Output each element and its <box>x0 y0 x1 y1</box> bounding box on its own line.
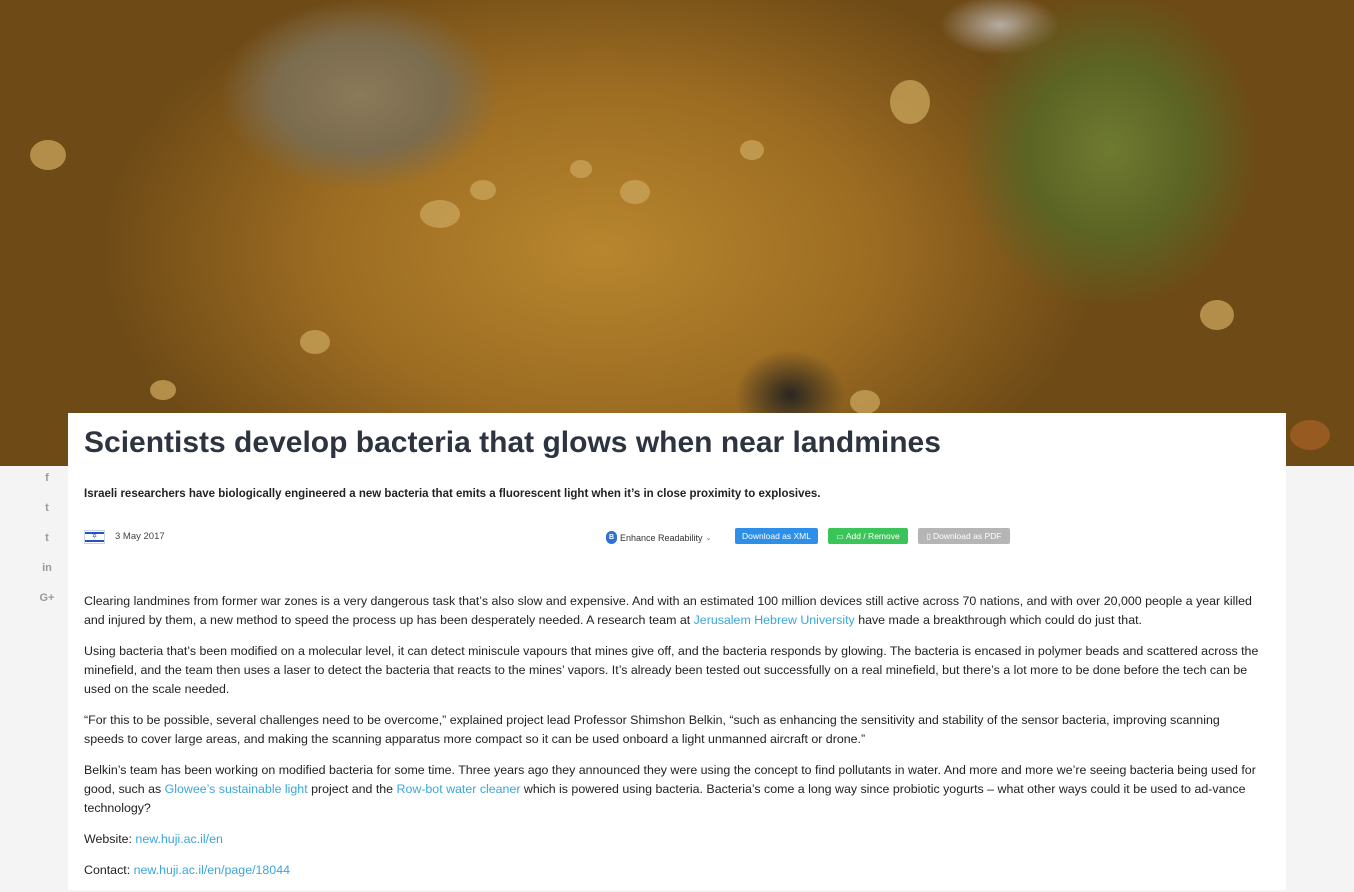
article-subtitle: Israeli researchers have biologically en… <box>84 488 821 500</box>
download-pdf-label: Download as PDF <box>932 531 1002 541</box>
facebook-icon[interactable]: f <box>36 470 58 500</box>
download-pdf-button[interactable]: ▯ Download as PDF <box>918 528 1010 544</box>
add-remove-button[interactable]: ▭ Add / Remove <box>828 528 908 544</box>
download-xml-label: Download as XML <box>742 531 811 541</box>
social-share-bar: f t t in G+ <box>36 470 58 620</box>
document-icon: ▯ <box>926 532 931 541</box>
article-title: Scientists develop bacteria that glows w… <box>84 426 941 459</box>
twitter-icon[interactable]: t <box>36 500 58 530</box>
website-link[interactable]: new.huji.ac.il/en <box>135 832 222 846</box>
contact-line: Contact: new.huji.ac.il/en/page/18044 <box>84 861 1259 880</box>
tumblr-icon[interactable]: t <box>36 530 58 560</box>
contact-link[interactable]: new.huji.ac.il/en/page/18044 <box>134 863 290 877</box>
linkedin-icon[interactable]: in <box>36 560 58 590</box>
add-remove-label: Add / Remove <box>845 531 900 541</box>
paragraph-text: project and the <box>307 782 397 796</box>
contact-label: Contact: <box>84 863 134 877</box>
article-date: 3 May 2017 <box>115 531 165 542</box>
folder-icon: ▭ <box>836 532 844 541</box>
israel-flag-icon: ✡ <box>84 530 105 544</box>
article-body: Clearing landmines from former war zones… <box>84 592 1259 892</box>
website-line: Website: new.huji.ac.il/en <box>84 830 1259 849</box>
jerusalem-hebrew-university-link[interactable]: Jerusalem Hebrew University <box>694 613 855 627</box>
google-plus-icon[interactable]: G+ <box>36 590 58 620</box>
download-xml-button[interactable]: Download as XML <box>735 528 818 544</box>
chevron-down-icon: ⌄ <box>705 534 712 542</box>
paragraph-2: Using bacteria that’s been modified on a… <box>84 644 1259 696</box>
readability-label: Enhance Readability <box>620 532 703 543</box>
paragraph-1: Clearing landmines from former war zones… <box>84 592 1259 630</box>
row-bot-link[interactable]: Row-bot water cleaner <box>397 782 521 796</box>
paragraph-3: “For this to be possible, several challe… <box>84 713 1220 746</box>
glowee-link[interactable]: Glowee’s sustainable light <box>165 782 308 796</box>
enhance-readability-toggle[interactable]: B Enhance Readability ⌄ <box>606 531 711 544</box>
hero-image <box>0 0 1354 466</box>
readability-badge-icon: B <box>606 531 617 544</box>
website-label: Website: <box>84 832 136 846</box>
paragraph-text: have made a breakthrough which could do … <box>854 613 1142 627</box>
paragraph-4: Belkin’s team has been working on modifi… <box>84 761 1259 818</box>
